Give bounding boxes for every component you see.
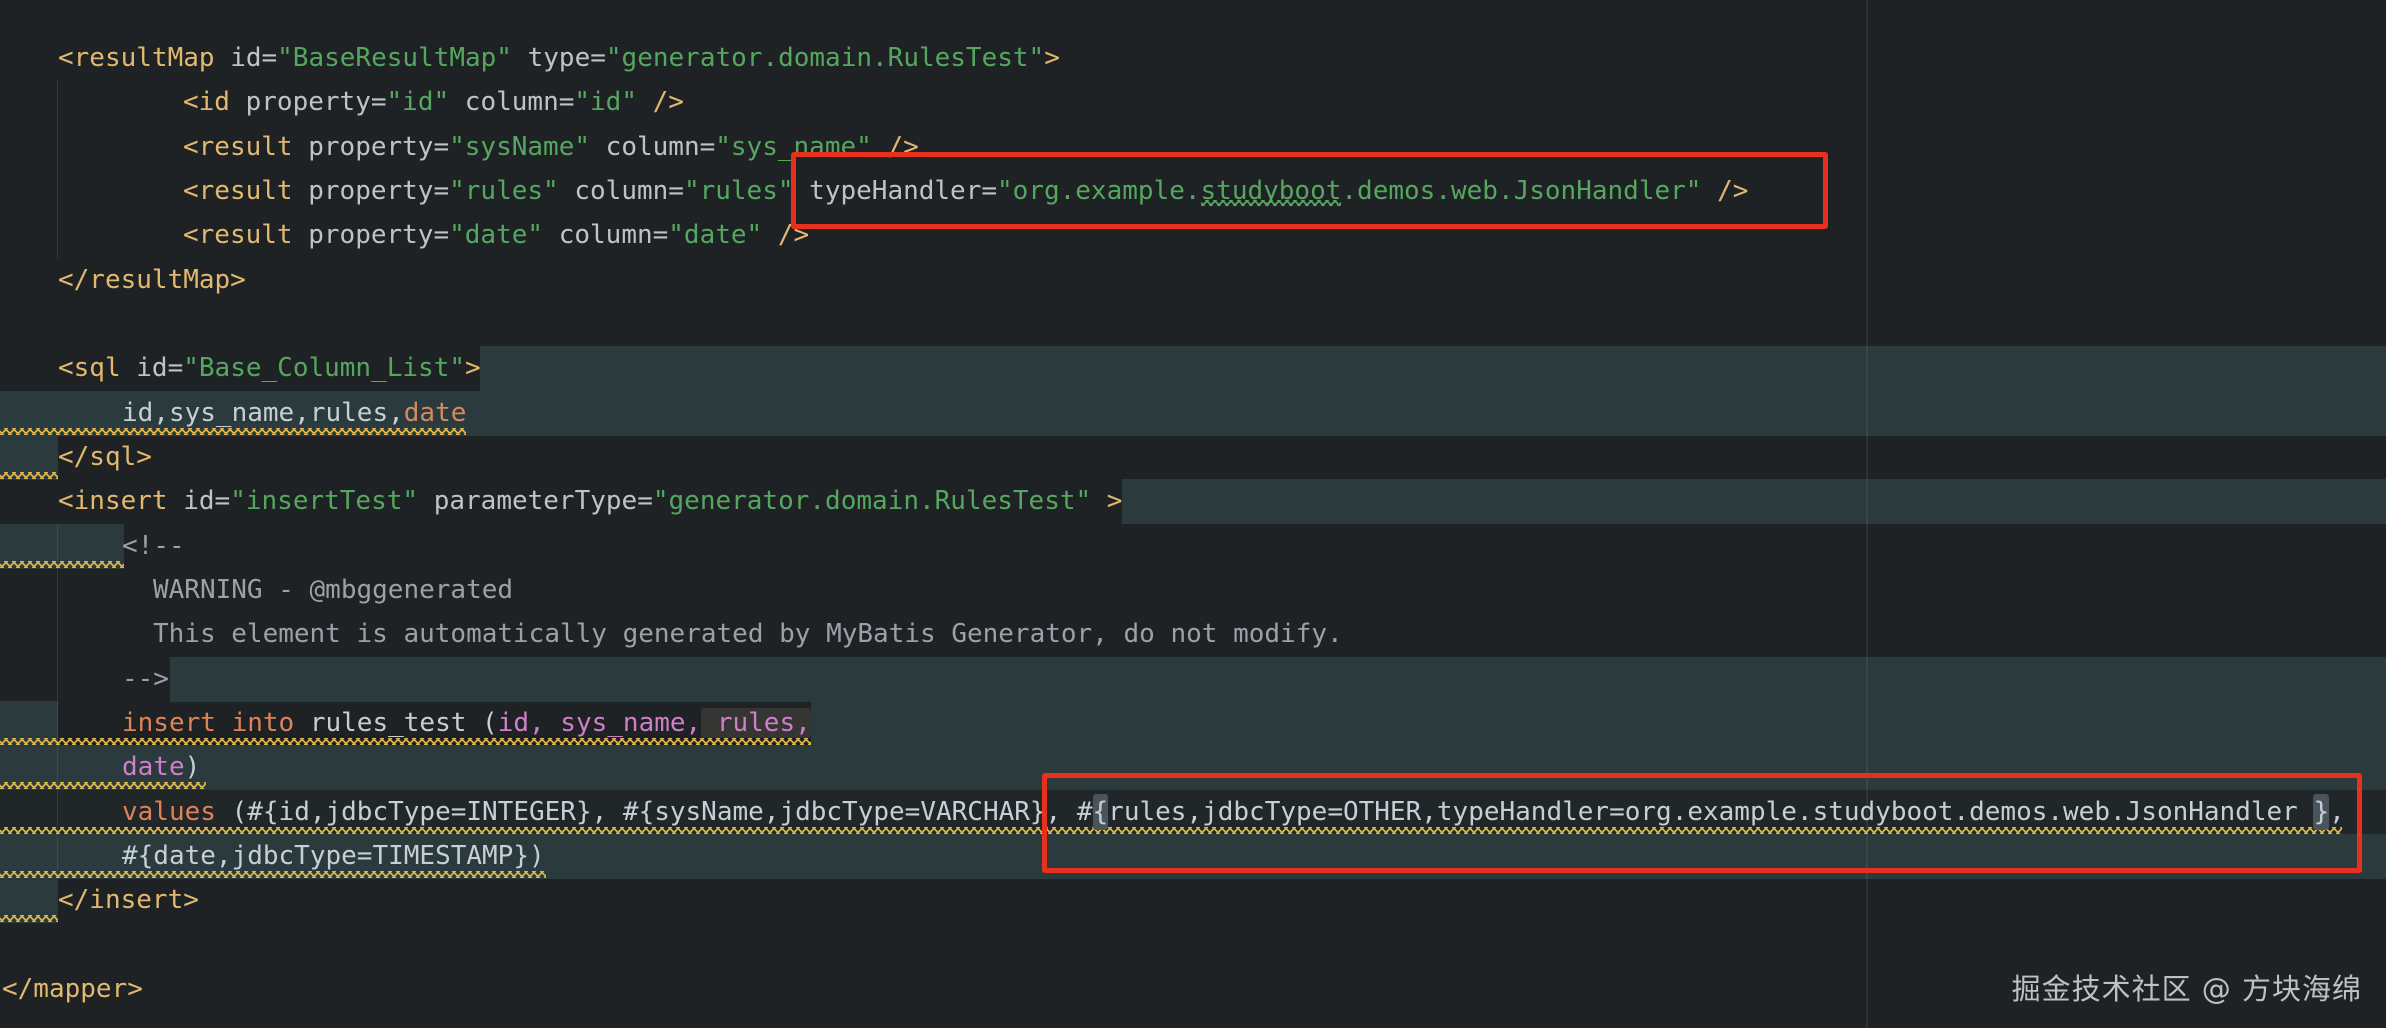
- code-line-14[interactable]: -->: [122, 657, 169, 702]
- code-token: <result: [183, 220, 309, 250]
- code-token: column=: [605, 132, 716, 162]
- code-token: id=: [230, 43, 278, 73]
- code-token: "sysName": [449, 132, 591, 162]
- code-token: property=: [308, 220, 450, 250]
- code-line-12[interactable]: WARNING - @mbggenerated: [153, 568, 513, 613]
- code-token: column=: [464, 87, 575, 117]
- code-token: <id: [183, 87, 246, 117]
- code-token: "BaseResultMap": [277, 43, 512, 73]
- code-token: </mapper>: [2, 974, 143, 1004]
- selection-highlight: [811, 701, 2386, 746]
- warning-squiggle: [0, 472, 58, 479]
- code-token: column=: [558, 220, 669, 250]
- selection-highlight: [170, 657, 2386, 702]
- code-token: ): [184, 752, 201, 782]
- code-line-21[interactable]: </mapper>: [2, 967, 143, 1012]
- code-token: column=: [574, 176, 684, 206]
- code-line-15[interactable]: insert into rules_test (id, sys_name, ru…: [122, 701, 811, 746]
- watermark: 掘金技术社区 @ 方块海绵: [2011, 972, 2362, 1006]
- annotation-box-1: [791, 152, 1828, 229]
- code-token: "generator.domain.RulesTest": [652, 486, 1092, 516]
- code-token: type=: [527, 43, 606, 73]
- warning-squiggle: [0, 915, 58, 922]
- code-token: "id": [574, 87, 637, 117]
- code-token: insert into: [122, 708, 310, 738]
- code-line-0[interactable]: <resultMap id="BaseResultMap" type="gene…: [58, 36, 1060, 81]
- code-token: "generator.domain.RulesTest": [605, 43, 1045, 73]
- code-token: values: [122, 797, 232, 827]
- code-line-19[interactable]: </insert>: [58, 878, 199, 923]
- warning-squiggle: [0, 561, 124, 568]
- code-token: </resultMap>: [58, 265, 246, 295]
- code-line-18[interactable]: #{date,jdbcType=TIMESTAMP}): [122, 834, 545, 879]
- code-token: (#{id,jdbcType=INTEGER}, #{sysName,jdbcT…: [231, 797, 1093, 827]
- code-token: </insert>: [58, 885, 199, 915]
- code-token: <resultMap: [58, 43, 231, 73]
- code-token: date: [403, 398, 467, 428]
- code-token: property=: [245, 87, 387, 117]
- indent-guide: [57, 524, 58, 878]
- code-token: id, sys_name,: [497, 708, 702, 738]
- code-token: <result: [183, 176, 309, 206]
- code-token: "insertTest": [230, 486, 419, 516]
- code-token: </sql>: [58, 442, 152, 472]
- code-token: parameterType=: [433, 486, 653, 516]
- code-token: >: [1044, 43, 1060, 73]
- annotation-box-2: [1042, 773, 2362, 873]
- code-token: <!--: [122, 531, 185, 561]
- code-token: -->: [122, 664, 169, 694]
- code-line-10[interactable]: <insert id="insertTest" parameterType="g…: [58, 479, 1122, 524]
- code-token: id=: [136, 353, 184, 383]
- code-token: WARNING - @mbggenerated: [153, 575, 514, 605]
- code-line-1[interactable]: <id property="id" column="id" />: [183, 80, 684, 125]
- code-token: "id": [386, 87, 450, 117]
- code-token: date: [122, 752, 185, 782]
- selection-highlight: [1122, 479, 2386, 524]
- code-line-7[interactable]: <sql id="Base_Column_List">: [58, 346, 481, 391]
- code-token: rules,: [701, 708, 811, 738]
- code-line-16[interactable]: date): [122, 745, 200, 790]
- code-token: <result: [183, 132, 309, 162]
- code-token: id=: [183, 486, 231, 516]
- margin-guide: [1866, 0, 1868, 1028]
- code-token: "date": [449, 220, 544, 250]
- code-token: <sql: [58, 353, 137, 383]
- selection-highlight: [480, 346, 2386, 391]
- code-token: rules_test (: [309, 708, 498, 738]
- code-line-8[interactable]: id,sys_name,rules,date: [122, 391, 466, 436]
- code-line-4[interactable]: <result property="date" column="date" />: [183, 213, 809, 258]
- code-editor[interactable]: <resultMap id="BaseResultMap" type="gene…: [0, 0, 2386, 1028]
- code-token: "date": [668, 220, 763, 250]
- code-token: <insert: [58, 486, 184, 516]
- code-token: property=: [308, 176, 450, 206]
- code-token: id,sys_name,rules,: [122, 398, 404, 428]
- code-token: "Base_Column_List": [183, 353, 466, 383]
- code-line-5[interactable]: </resultMap>: [58, 258, 246, 303]
- code-token: "rules": [683, 176, 794, 206]
- code-token: property=: [308, 132, 450, 162]
- indent-guide: [57, 80, 58, 258]
- code-line-9[interactable]: </sql>: [58, 435, 152, 480]
- code-token: #{date,jdbcType=TIMESTAMP}): [122, 841, 545, 871]
- code-token: >: [465, 353, 481, 383]
- code-token: This element is automatically generated …: [153, 619, 1343, 649]
- code-line-13[interactable]: This element is automatically generated …: [153, 612, 1343, 657]
- code-token: />: [637, 87, 684, 117]
- code-line-11[interactable]: <!--: [122, 524, 185, 569]
- code-token: >: [1091, 486, 1123, 516]
- code-token: "rules": [449, 176, 559, 206]
